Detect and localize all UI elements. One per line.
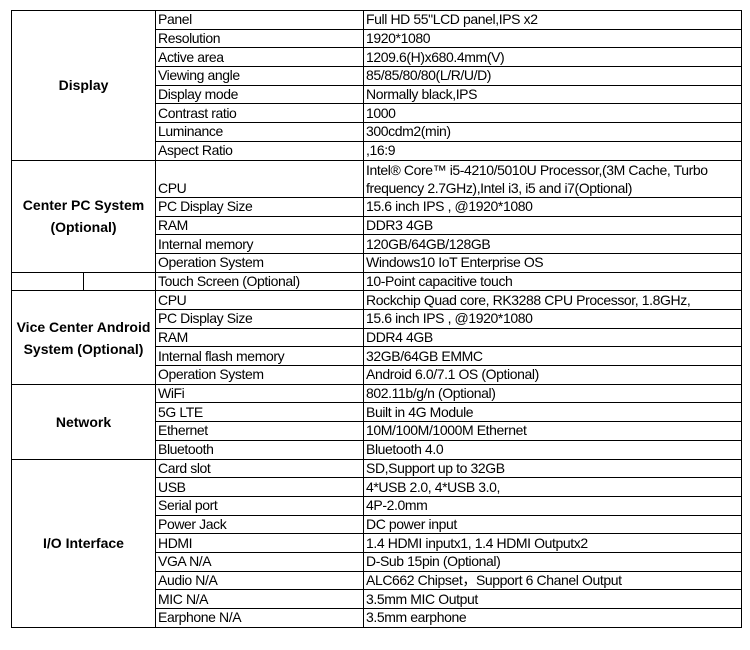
spec-label: Display mode [155,84,364,105]
spec-value: 802.11b/g/n (Optional) [363,383,742,404]
spec-value: 15.6 inch IPS , @1920*1080 [363,196,742,217]
spec-value: 1.4 HDMI inputx1, 1.4 HDMI Outputx2 [363,533,742,553]
spec-value: Bluetooth 4.0 [363,439,742,460]
spec-label: Operation System [155,365,364,385]
spec-value: ,16:9 [363,140,742,161]
spec-value: 3.5mm MIC Output [363,589,742,610]
spec-value: Normally black,IPS [363,84,742,105]
group-title: Network [11,383,156,460]
spec-value: Android 6.0/7.1 OS (Optional) [363,365,742,385]
spec-value: 3.5mm earphone [363,608,742,628]
spec-value: Rockchip Quad core, RK3288 CPU Processor… [363,290,742,311]
spec-value: 10M/100M/1000M Ethernet [363,421,742,441]
spec-value: ALC662 Chipset，Support 6 Chanel Output [363,570,742,591]
spec-value: 32GB/64GB EMMC [363,346,742,367]
spec-value: 4P-2.0mm [363,495,742,516]
spec-label: Viewing angle [155,66,364,86]
group-title: Display [11,10,156,161]
spec-value: 120GB/64GB/128GB [363,234,742,254]
spec-value: 85/85/80/80(L/R/U/D) [363,66,742,86]
spec-label: RAM [155,215,364,236]
spec-value: 1209.6(H)x680.4mm(V) [363,47,742,68]
spec-value: 15.6 inch IPS , @1920*1080 [363,309,742,329]
spec-value: 4*USB 2.0, 4*USB 3.0, [363,477,742,497]
spec-label: USB [155,477,364,497]
spec-value: DDR3 4GB [363,215,742,236]
spec-label: Resolution [155,28,364,49]
spec-label: Operation System [155,252,364,273]
spec-label: CPU [155,290,364,311]
spec-label: RAM [155,327,364,348]
spec-label: Luminance [155,122,364,142]
spec-label: VGA N/A [155,551,364,572]
spec-label: PC Display Size [155,196,364,217]
spec-label: Aspect Ratio [155,140,364,161]
spec-label: MIC N/A [155,589,364,610]
spec-value: DC power input [363,514,742,535]
spec-label: CPU [155,159,364,198]
group-title: Vice Center Android System (Optional) [11,290,156,385]
spec-label: Contrast ratio [155,103,364,124]
spec-label: Card slot [155,458,364,479]
group-title: I/O Interface [11,458,156,628]
group-title: Center PC System (Optional) [11,159,156,273]
spec-value: Full HD 55"LCD panel,IPS x2 [363,10,742,30]
spec-label: Internal memory [155,234,364,254]
spec-label: Touch Screen (Optional) [155,271,364,292]
spec-value: D-Sub 15pin (Optional) [363,551,742,572]
spec-label: Active area [155,47,364,68]
spec-value: 300cdm2(min) [363,122,742,142]
spec-row: I/O Interface Card slot SD,Support up to 3… [11,458,742,628]
spec-label: Internal flash memory [155,346,364,367]
spec-row: Center PC System (Optional) CPU Intel® Cor… [11,159,742,273]
spec-value: Intel® Core™ i5-4210/5010U Processor,(3M… [363,159,742,198]
spec-label: HDMI [155,533,364,553]
spec-label: 5G LTE [155,402,364,423]
spec-row: Touch Screen (Optional) 10-Point capaciti… [11,271,742,292]
spec-value: 1920*1080 [363,28,742,49]
spec-value: Windows10 IoT Enterprise OS [363,252,742,273]
spec-label: PC Display Size [155,309,364,329]
group-cell-empty-left [11,271,84,292]
spec-row: Display Panel Full HD 55"LCD panel,IPS x2 [11,10,742,161]
spec-label: Audio N/A [155,570,364,591]
spec-row: Network WiFi 802.11b/g/n (Optional) [11,383,742,460]
group-cell-empty-right [83,271,156,292]
spec-value: 10-Point capacitive touch [363,271,742,292]
spec-label: Serial port [155,495,364,516]
spec-value: 1000 [363,103,742,124]
spec-label: Bluetooth [155,439,364,460]
spec-value: Built in 4G Module [363,402,742,423]
spec-value: SD,Support up to 32GB [363,458,742,479]
spec-label: Ethernet [155,421,364,441]
spec-table: Display Panel Full HD 55"LCD panel,IPS x2 R… [11,10,742,628]
spec-label: Earphone N/A [155,608,364,628]
spec-label: Power Jack [155,514,364,535]
spec-label: Panel [155,10,364,30]
spec-value: DDR4 4GB [363,327,742,348]
spec-label: WiFi [155,383,364,404]
spec-row: Vice Center Android System (Optional) CPU… [11,290,742,385]
